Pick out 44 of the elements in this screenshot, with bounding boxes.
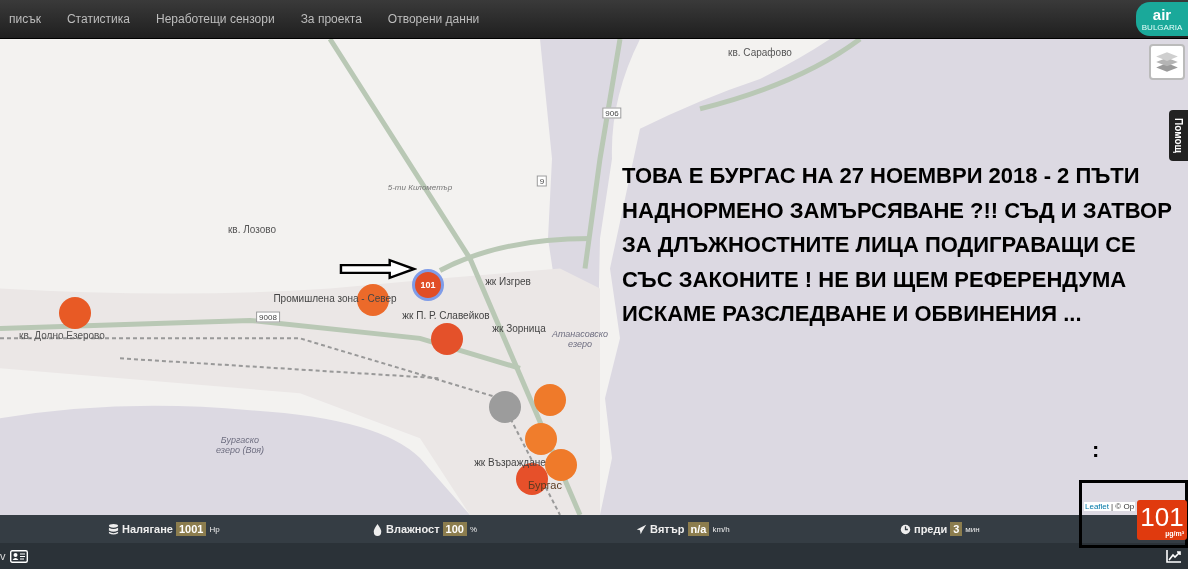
map-label: 906 (602, 107, 622, 119)
nav-link[interactable]: За проекта (287, 12, 375, 26)
attribution-text: | © Op (1111, 502, 1135, 511)
paper-plane-icon (636, 522, 647, 536)
map-label: 9 (536, 175, 548, 187)
nav-link[interactable]: Неработещи сензори (143, 12, 288, 26)
stat-unit: Hp (209, 524, 220, 534)
map-label: жк Възраждане (474, 456, 546, 468)
layers-icon (1154, 49, 1180, 75)
chart-icon[interactable] (1166, 549, 1182, 563)
stat-value: 100 (442, 522, 467, 536)
leaflet-link[interactable]: Leaflet (1085, 502, 1110, 511)
map-label: Атанасовско езеро (550, 329, 610, 349)
stat-unit: мин (965, 524, 980, 534)
map-label: жк Зорница (492, 322, 546, 334)
stat-label: преди (914, 523, 948, 535)
id-card-icon[interactable] (9, 549, 28, 563)
help-tab[interactable]: Помощ (1169, 110, 1188, 161)
stat-unit: km/h (712, 524, 730, 534)
stat-label: Вятър (650, 523, 685, 535)
stat-label: Влажност (386, 523, 440, 535)
annotation-mark: : (1092, 437, 1100, 463)
nav-link[interactable]: Отворени данни (374, 12, 493, 26)
map-label: кв. Долно Езерово (19, 329, 105, 341)
bottom-text: v (0, 550, 6, 562)
nav-link[interactable]: писък (0, 12, 54, 26)
map-label: Бургаско езеро (Воя) (214, 435, 266, 455)
map-label: 9008 (256, 311, 280, 323)
stat-value: 1001 (175, 522, 207, 536)
stat-value: 3 (950, 522, 963, 536)
nav-link[interactable]: Статистика (53, 12, 143, 26)
annotation-text: ТОВА Е БУРГАС НА 27 НОЕМВРИ 2018 - 2 ПЪТИ НАДНОРМЕНО ЗАМЪРСЯВАНЕ ?!! СЪД И ЗАТВОР ЗА ДЛЪЖНОСТНИТЕ ЛИЦА ПОДИГРАВАЩИ СЕ СЪС ЗАКОНИТЕ ! НЕ ВИ ЩЕМ РЕФЕРЕНДУМА ИСКАМЕ РАЗСЛЕДВАНЕ И ОБВИНЕНИЯ ... (622, 162, 1173, 328)
map-label: жк П. Р. Славейков (402, 309, 490, 321)
drop-icon (372, 522, 383, 536)
map-label: жк Изгрев (485, 275, 531, 287)
stat-value: n/a (687, 522, 710, 536)
clock-icon (900, 522, 911, 536)
layers-button[interactable] (1149, 44, 1185, 80)
database-icon (108, 522, 119, 536)
stat-label: Налягане (122, 523, 173, 535)
map-label: кв. Лозово (227, 223, 277, 235)
map-label: 5-ти Километър (387, 182, 453, 192)
map-label: кв. Сарафово (728, 46, 792, 58)
stat-unit: % (469, 524, 478, 534)
